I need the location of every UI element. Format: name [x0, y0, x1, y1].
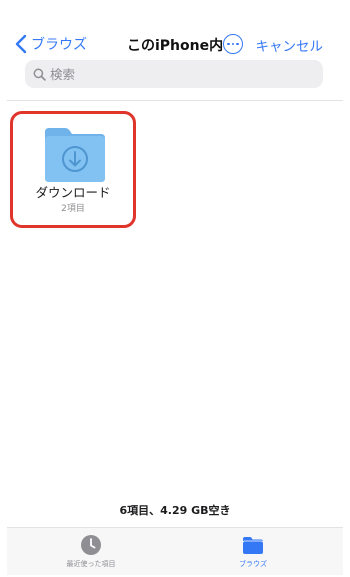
more-options-button[interactable] — [223, 34, 243, 54]
navigation-bar: ブラウズ このiPhone内 キャンセル — [7, 26, 343, 62]
search-bar[interactable] — [25, 60, 323, 88]
download-folder[interactable] — [41, 122, 109, 186]
chevron-left-icon — [15, 34, 27, 54]
tab-browse[interactable]: ブラウズ — [221, 534, 285, 569]
back-button-label: ブラウズ — [31, 37, 87, 53]
clock-icon — [81, 535, 101, 555]
storage-summary: 6項目、4.29 GB空き — [119, 504, 231, 517]
folder-icon — [242, 537, 264, 554]
tab-browse-label: ブラウズ — [239, 560, 267, 568]
download-folder-icon — [45, 128, 105, 182]
divider — [7, 100, 343, 101]
ellipsis-icon — [227, 42, 230, 46]
back-button[interactable]: ブラウズ — [15, 32, 87, 56]
tab-recent-label: 最近使った項目 — [66, 560, 116, 568]
page-title: このiPhone内 — [127, 38, 224, 54]
tab-bar: 最近使った項目 ブラウズ — [7, 527, 343, 575]
cancel-button[interactable]: キャンセル — [256, 35, 324, 55]
search-input[interactable] — [50, 66, 300, 82]
files-browser-screen: ブラウズ このiPhone内 キャンセル ダウンロード 2項目 6項目、4.29… — [7, 8, 343, 575]
tab-recent[interactable]: 最近使った項目 — [59, 534, 123, 569]
search-icon — [33, 68, 46, 81]
folder-name[interactable]: ダウンロード — [10, 182, 136, 201]
folder-item-count: 2項目 — [61, 204, 85, 214]
